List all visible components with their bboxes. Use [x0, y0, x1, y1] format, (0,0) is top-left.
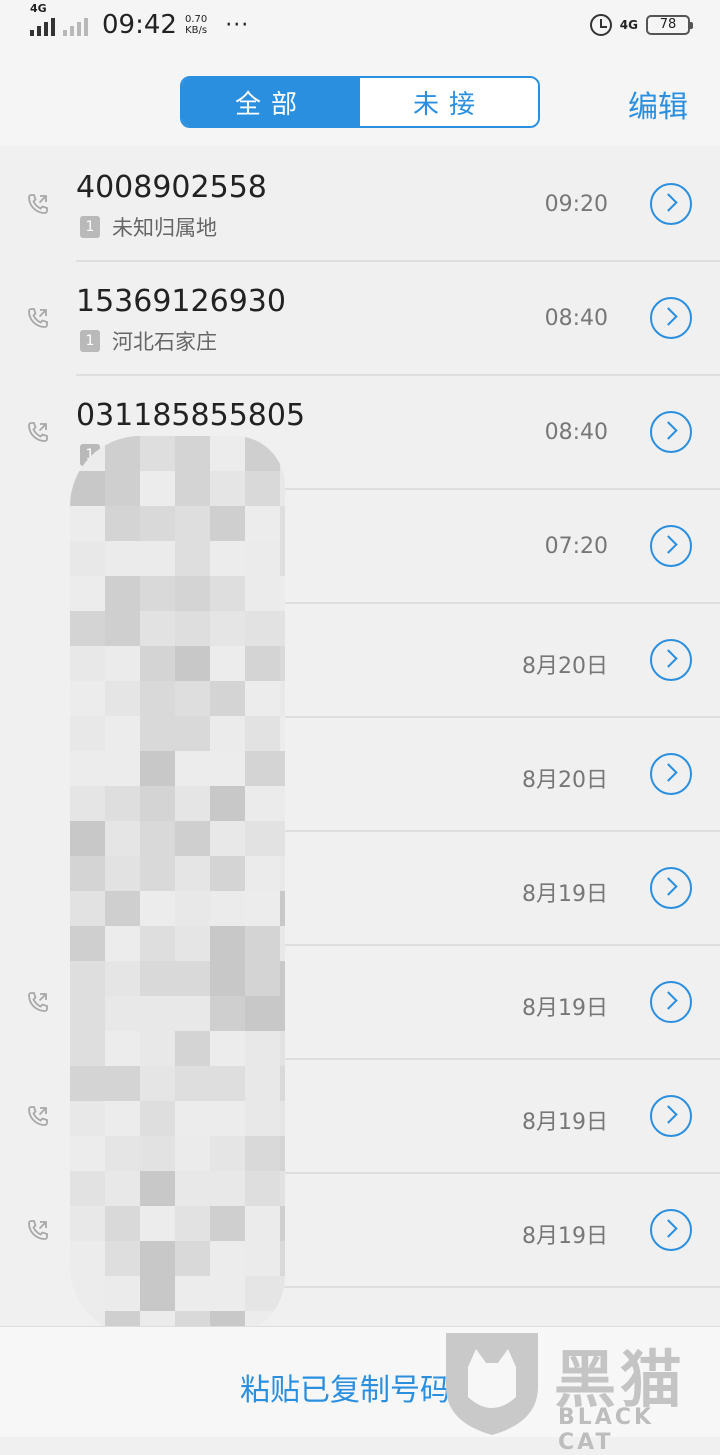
outgoing-call-icon — [28, 1106, 48, 1126]
sim-card-icon: 1 — [80, 330, 100, 352]
call-time: 09:20 — [544, 192, 608, 217]
watermark-en: BLACK CAT — [558, 1405, 655, 1455]
call-detail-chevron-icon[interactable] — [650, 1209, 692, 1251]
black-cat-logo-icon — [446, 1333, 538, 1435]
net-speed-value: 0.70 — [184, 14, 208, 25]
net-speed-unit: KB/s — [185, 25, 208, 36]
bottom-bar: 粘贴已复制号码 黑猫 BLACK CAT — [0, 1326, 720, 1455]
status-bar: 4G 09:42 0.70 KB/s ··· 4G 78 — [0, 0, 720, 58]
call-detail-chevron-icon[interactable] — [650, 1095, 692, 1137]
call-time: 8月20日 — [522, 768, 608, 793]
call-detail-chevron-icon[interactable] — [650, 297, 692, 339]
call-detail-chevron-icon[interactable] — [650, 525, 692, 567]
call-number: 031185855805 — [76, 398, 306, 433]
mobile-data-icon: 4G — [619, 18, 638, 32]
call-time: 8月19日 — [522, 996, 608, 1021]
call-detail-chevron-icon[interactable] — [650, 411, 692, 453]
call-detail-chevron-icon[interactable] — [650, 981, 692, 1023]
more-notifications-icon: ··· — [225, 12, 250, 38]
signal-2-icon — [63, 14, 88, 36]
call-time: 8月20日 — [522, 654, 608, 679]
tab-all[interactable]: 全部 — [182, 78, 360, 126]
call-time: 8月19日 — [522, 1224, 608, 1249]
battery-icon: 78 — [646, 15, 693, 35]
net-speed: 0.70 KB/s — [185, 14, 207, 36]
signal-icon: 4G — [30, 2, 55, 36]
call-log-header: 全部 未接 编辑 — [0, 58, 720, 146]
outgoing-call-icon — [28, 422, 48, 442]
outgoing-call-icon — [28, 1220, 48, 1240]
filter-segmented-control: 全部 未接 — [180, 76, 540, 128]
call-detail-chevron-icon[interactable] — [650, 753, 692, 795]
call-detail-chevron-icon[interactable] — [650, 183, 692, 225]
call-log-row[interactable]: 4008902558 1 未知归属地 09:20 — [0, 148, 720, 262]
sim-card-icon: 1 — [80, 216, 100, 238]
paste-number-button[interactable]: 粘贴已复制号码 — [240, 1365, 450, 1409]
call-time: 08:40 — [544, 306, 608, 331]
call-time: 07:20 — [544, 534, 608, 559]
tab-missed[interactable]: 未接 — [360, 78, 538, 126]
call-location: 1 河北石家庄 — [80, 326, 217, 356]
location-label: 未知归属地 — [112, 216, 217, 240]
call-location: 1 未知归属地 — [80, 212, 217, 242]
watermark: 黑猫 BLACK CAT — [442, 1327, 712, 1455]
call-number: 4008902558 — [76, 170, 267, 205]
call-number: 15369126930 — [76, 284, 286, 319]
outgoing-call-icon — [28, 992, 48, 1012]
call-detail-chevron-icon[interactable] — [650, 867, 692, 909]
outgoing-call-icon — [28, 194, 48, 214]
location-label: 河北石家庄 — [112, 330, 217, 354]
call-time: 8月19日 — [522, 882, 608, 907]
redaction-mosaic — [70, 436, 285, 1336]
alarm-icon — [589, 14, 612, 36]
call-detail-chevron-icon[interactable] — [650, 639, 692, 681]
call-time: 08:40 — [544, 420, 608, 445]
call-time: 8月19日 — [522, 1110, 608, 1135]
call-log-row[interactable]: 15369126930 1 河北石家庄 08:40 — [0, 262, 720, 376]
network-type-label: 4G — [30, 2, 47, 15]
clock: 09:42 — [102, 10, 177, 40]
outgoing-call-icon — [28, 308, 48, 328]
edit-button[interactable]: 编辑 — [628, 82, 688, 126]
